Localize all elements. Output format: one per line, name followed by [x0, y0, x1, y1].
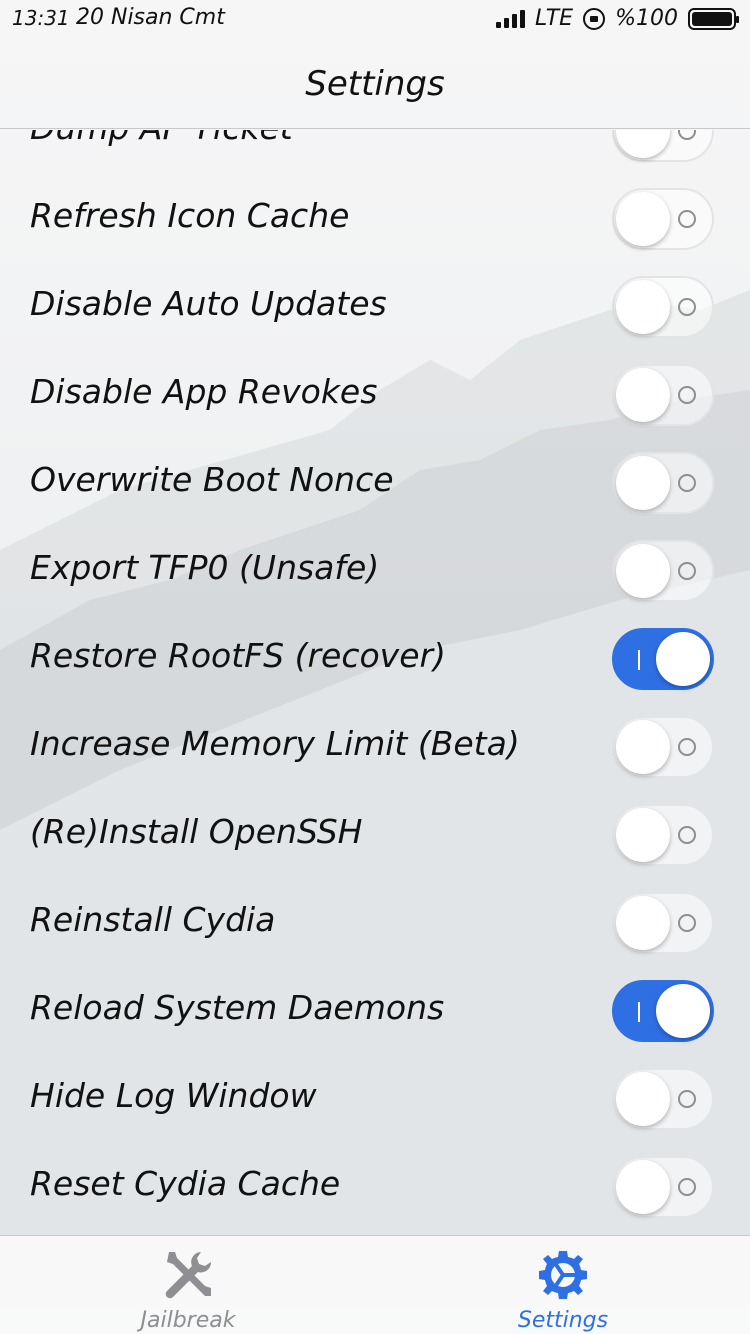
toggle-knob	[616, 808, 670, 862]
setting-row: Refresh Icon Cache	[0, 174, 750, 262]
network-type: LTE	[534, 6, 574, 31]
setting-toggle[interactable]	[612, 804, 714, 866]
setting-label: Reinstall Cydia	[30, 900, 276, 939]
setting-label: Disable App Revokes	[30, 372, 378, 411]
rotation-lock-icon	[583, 7, 606, 30]
setting-label: Hide Log Window	[30, 1076, 317, 1115]
setting-toggle[interactable]	[612, 980, 714, 1042]
setting-toggle[interactable]	[612, 1156, 714, 1218]
toggle-off-icon	[678, 562, 696, 580]
setting-toggle[interactable]	[612, 892, 714, 954]
battery-percent: %100	[615, 6, 678, 31]
settings-list[interactable]: Dump AP Ticket Refresh Icon Cache Disable …	[0, 130, 750, 1235]
setting-toggle[interactable]	[612, 628, 714, 690]
setting-toggle[interactable]	[612, 188, 714, 250]
setting-toggle[interactable]	[612, 364, 714, 426]
setting-toggle[interactable]	[612, 540, 714, 602]
setting-row: Reinstall Cydia	[0, 878, 750, 966]
navigation-bar: Settings	[0, 40, 750, 129]
setting-row: Reset Cydia Cache	[0, 1142, 750, 1230]
status-indicators: LTE %100	[495, 6, 739, 31]
toggle-knob	[656, 984, 710, 1038]
toggle-knob	[616, 544, 670, 598]
toggle-knob	[616, 720, 670, 774]
tab-bar: Jailbreak Settings	[0, 1235, 750, 1334]
toggle-knob	[616, 280, 670, 334]
gear-icon	[539, 1251, 587, 1299]
toggle-off-icon	[678, 1090, 696, 1108]
setting-row: Disable App Revokes	[0, 350, 750, 438]
toggle-knob	[616, 1072, 670, 1126]
setting-label: Export TFP0 (Unsafe)	[30, 548, 380, 587]
setting-toggle[interactable]	[612, 1068, 714, 1130]
setting-toggle[interactable]	[612, 452, 714, 514]
setting-row: Disable Auto Updates	[0, 262, 750, 350]
setting-row: Export TFP0 (Unsafe)	[0, 526, 750, 614]
setting-label: Overwrite Boot Nonce	[30, 460, 394, 499]
toggle-on-icon	[638, 1002, 640, 1022]
setting-row: Overwrite Boot Nonce	[0, 438, 750, 526]
status-date: 20 Nisan Cmt	[76, 5, 225, 30]
toggle-off-icon	[678, 298, 696, 316]
toggle-knob	[616, 456, 670, 510]
setting-row: Hide Log Window	[0, 1054, 750, 1142]
setting-row: Restore RootFS (recover)	[0, 614, 750, 702]
setting-label: Restore RootFS (recover)	[30, 636, 446, 675]
signal-icon	[495, 9, 525, 28]
setting-toggle[interactable]	[612, 716, 714, 778]
setting-label: Refresh Icon Cache	[30, 196, 350, 235]
toggle-knob	[656, 632, 710, 686]
setting-label: Reset Cydia Cache	[30, 1164, 341, 1203]
setting-label: Dump AP Ticket	[30, 130, 293, 147]
tools-icon	[165, 1252, 212, 1299]
setting-toggle[interactable]	[612, 130, 714, 162]
toggle-knob	[616, 192, 670, 246]
setting-row: (Re)Install OpenSSH	[0, 790, 750, 878]
setting-row: Reload System Daemons	[0, 966, 750, 1054]
status-bar: 13:31 20 Nisan Cmt LTE %100	[0, 0, 750, 40]
toggle-off-icon	[678, 914, 696, 932]
toggle-knob	[616, 896, 670, 950]
toggle-off-icon	[678, 738, 696, 756]
tab-settings[interactable]: Settings	[463, 1236, 663, 1334]
toggle-off-icon	[678, 386, 696, 404]
toggle-off-icon	[678, 1178, 696, 1196]
setting-row: Increase Memory Limit (Beta)	[0, 702, 750, 790]
setting-label: Disable Auto Updates	[30, 284, 387, 323]
page-title: Settings	[305, 64, 445, 104]
toggle-knob	[616, 130, 670, 158]
toggle-off-icon	[678, 474, 696, 492]
tab-settings-label: Settings	[517, 1308, 609, 1333]
toggle-on-icon	[638, 650, 640, 670]
toggle-knob	[616, 1160, 670, 1214]
toggle-knob	[616, 368, 670, 422]
setting-label: Reload System Daemons	[30, 988, 445, 1027]
setting-label: (Re)Install OpenSSH	[30, 812, 363, 851]
setting-label: Increase Memory Limit (Beta)	[30, 724, 520, 763]
tab-jailbreak[interactable]: Jailbreak	[88, 1236, 288, 1334]
status-time: 13:31	[12, 6, 70, 30]
setting-toggle[interactable]	[612, 276, 714, 338]
toggle-off-icon	[678, 210, 696, 228]
battery-icon	[688, 7, 739, 30]
toggle-off-icon	[678, 826, 696, 844]
toggle-off-icon	[678, 130, 696, 140]
tab-jailbreak-label: Jailbreak	[140, 1308, 236, 1333]
setting-row: Dump AP Ticket	[0, 130, 750, 174]
